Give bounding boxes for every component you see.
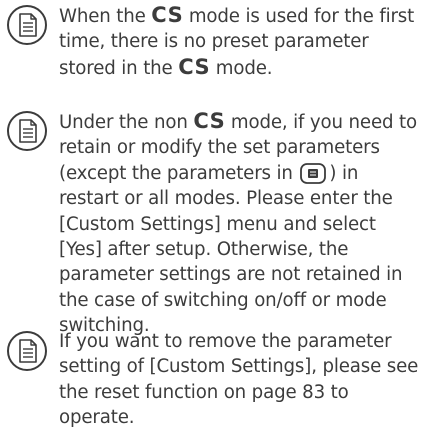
note-1-text: When the CS mode is used for the first t… bbox=[59, 3, 415, 79]
note-icon bbox=[7, 111, 47, 151]
note-icon bbox=[7, 331, 47, 371]
cs-mode-mark: CS bbox=[178, 54, 211, 79]
note-icon bbox=[7, 5, 47, 45]
menu-button-icon bbox=[300, 162, 327, 184]
cs-mode-mark: CS bbox=[193, 109, 226, 133]
note-2-text: Under the non CS mode, if you need to re… bbox=[59, 109, 417, 337]
cs-mode-mark: CS bbox=[151, 3, 184, 27]
note-3-text: If you want to remove the parameter sett… bbox=[59, 331, 419, 429]
